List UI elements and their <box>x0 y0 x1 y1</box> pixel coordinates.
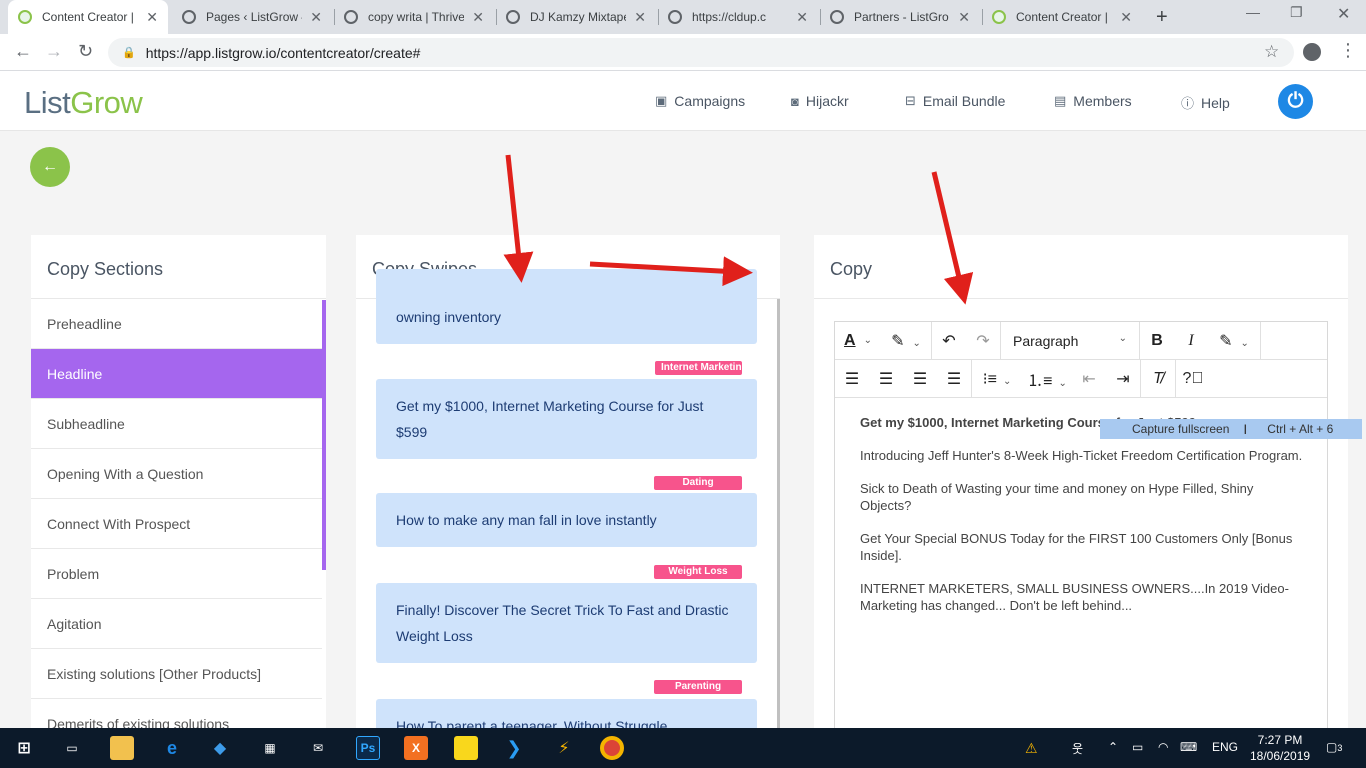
language-indicator[interactable]: ENG <box>1212 740 1238 754</box>
lightning-app-icon[interactable]: ⚡ <box>552 736 576 760</box>
notifications-icon[interactable]: ▢3 <box>1326 740 1342 754</box>
task-view-icon[interactable]: ▭ <box>60 736 84 760</box>
windows-taskbar: ⊞ ▭ e ◆ ▦ ✉ Ps X ❯ ⚡ ⚠ 웃 ⌃ ▭ ◠ ⌨ ENG 7:2… <box>0 728 1366 768</box>
dropbox-icon[interactable]: ◆ <box>208 736 232 760</box>
edge-icon[interactable]: e <box>160 736 184 760</box>
red-arrow-down <box>503 154 534 283</box>
red-arrow-down <box>931 171 974 305</box>
red-arrow-right <box>589 256 753 287</box>
battery-icon[interactable]: ▭ <box>1132 740 1143 754</box>
people-icon[interactable]: 웃 <box>1072 740 1083 757</box>
store-icon[interactable]: ▦ <box>258 736 282 760</box>
photoshop-icon[interactable]: Ps <box>356 736 380 760</box>
vscode-icon[interactable]: ❯ <box>502 736 526 760</box>
chrome-icon[interactable] <box>600 736 624 760</box>
chevron-up-icon[interactable]: ⌃ <box>1108 740 1118 754</box>
warning-icon[interactable]: ⚠ <box>1025 740 1038 757</box>
clock[interactable]: 7:27 PM 18/06/2019 <box>1250 732 1310 764</box>
annotation-arrows <box>503 154 974 305</box>
mail-icon[interactable]: ✉ <box>306 736 330 760</box>
file-explorer-icon[interactable] <box>110 736 134 760</box>
xampp-icon[interactable]: X <box>404 736 428 760</box>
sticky-notes-icon[interactable] <box>454 736 478 760</box>
wifi-icon[interactable]: ◠ <box>1158 740 1168 754</box>
windows-start-icon[interactable]: ⊞ <box>12 736 36 760</box>
keyboard-icon[interactable]: ⌨ <box>1180 740 1197 754</box>
